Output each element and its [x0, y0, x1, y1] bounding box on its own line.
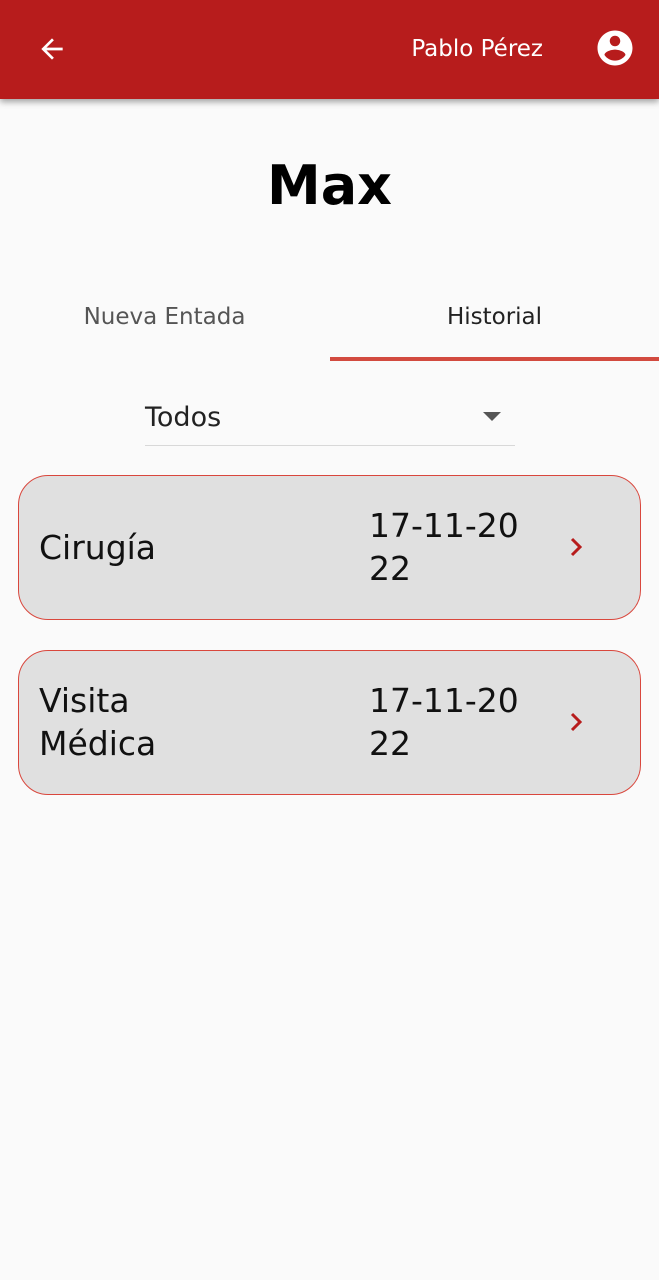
back-button[interactable]	[26, 25, 78, 73]
tab-bar: Nueva Entada Historial	[0, 285, 659, 363]
app-bar: Pablo Pérez	[0, 0, 659, 99]
tab-indicator	[330, 357, 659, 361]
chevron-right-icon	[565, 708, 589, 736]
tab-nueva-entrada[interactable]: Nueva Entada	[0, 285, 329, 363]
record-type: Visita Médica	[39, 681, 157, 763]
record-date: 17-11-2022	[369, 506, 519, 588]
record-type: Cirugía	[39, 528, 157, 567]
record-card[interactable]: Visita Médica 17-11-2022	[18, 650, 641, 795]
tab-historial[interactable]: Historial	[330, 285, 659, 363]
pet-name-title: Max	[266, 154, 392, 217]
account-button[interactable]	[592, 25, 638, 71]
record-card[interactable]: Cirugía 17-11-2022	[18, 475, 641, 620]
account-circle-icon	[597, 30, 633, 66]
arrow-back-icon	[41, 38, 63, 60]
user-name: Pablo Pérez	[411, 36, 543, 62]
filter-selected-value: Todos	[145, 402, 222, 433]
record-date: 17-11-2022	[369, 681, 519, 763]
filter-dropdown[interactable]: Todos	[145, 392, 515, 446]
chevron-right-icon	[565, 533, 589, 561]
dropdown-arrow-icon	[483, 412, 501, 421]
